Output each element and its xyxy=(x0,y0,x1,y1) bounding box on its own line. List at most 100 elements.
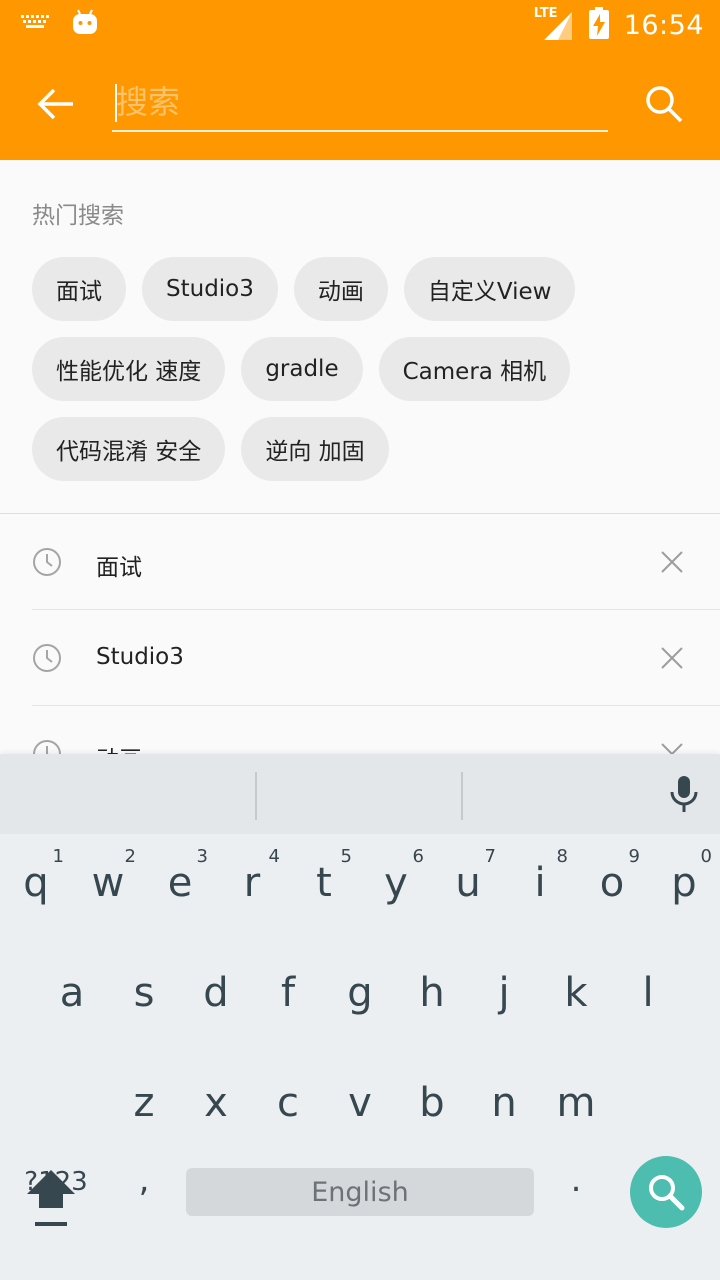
hot-search-tags: 面试 Studio3 动画 自定义View 性能优化 速度 gradle Cam… xyxy=(32,257,692,481)
key-d[interactable]: d xyxy=(180,944,252,1044)
key-label: u xyxy=(455,860,481,906)
key-w[interactable]: 2w xyxy=(72,834,144,934)
comma-key[interactable]: , xyxy=(120,1150,168,1210)
search-input[interactable] xyxy=(112,74,608,130)
search-button[interactable] xyxy=(636,76,692,132)
key-label: v xyxy=(348,1080,372,1126)
search-app-bar xyxy=(0,48,720,160)
keyboard-keys: 1q 2w 3e 4r 5t 6y 7u 8i 9o 0p a s d f g … xyxy=(0,834,720,1280)
voice-input-button[interactable] xyxy=(660,770,708,818)
key-f[interactable]: f xyxy=(252,944,324,1044)
lte-signal-icon: LTE xyxy=(534,6,574,42)
key-label: a xyxy=(59,970,85,1016)
key-c[interactable]: c xyxy=(252,1054,324,1154)
battery-charging-icon xyxy=(588,6,610,44)
key-o[interactable]: 9o xyxy=(576,834,648,934)
hot-tag[interactable]: 自定义View xyxy=(403,257,576,321)
key-x[interactable]: x xyxy=(180,1054,252,1154)
hot-tag[interactable]: 逆向 加固 xyxy=(241,417,389,481)
suggestion-strip xyxy=(0,754,720,834)
key-v[interactable]: v xyxy=(324,1054,396,1154)
key-s[interactable]: s xyxy=(108,944,180,1044)
suggestion-divider xyxy=(461,772,463,820)
key-label: y xyxy=(384,860,408,906)
key-z[interactable]: z xyxy=(108,1054,180,1154)
key-e[interactable]: 3e xyxy=(144,834,216,934)
back-button[interactable] xyxy=(28,76,84,132)
key-r[interactable]: 4r xyxy=(216,834,288,934)
key-label: d xyxy=(203,970,229,1016)
key-label: n xyxy=(491,1080,517,1126)
history-item[interactable]: 动画 xyxy=(0,706,720,754)
key-label: i xyxy=(534,860,546,906)
key-a[interactable]: a xyxy=(36,944,108,1044)
search-icon xyxy=(646,86,683,123)
key-label: r xyxy=(243,860,261,906)
key-y[interactable]: 6y xyxy=(360,834,432,934)
key-label: p xyxy=(671,860,697,906)
key-n[interactable]: n xyxy=(468,1054,540,1154)
key-label: k xyxy=(564,970,588,1016)
key-label: m xyxy=(556,1080,596,1126)
history-clock-icon xyxy=(33,644,61,672)
hot-tag[interactable]: Camera 相机 xyxy=(378,337,571,401)
key-label: x xyxy=(204,1080,228,1126)
key-q[interactable]: 1q xyxy=(0,834,72,934)
hot-tag[interactable]: Studio3 xyxy=(142,257,278,321)
hot-tag[interactable]: gradle xyxy=(241,337,363,401)
search-icon xyxy=(649,1175,685,1211)
arrow-back-icon xyxy=(37,88,73,120)
android-notification-icon xyxy=(72,8,98,40)
hot-tag[interactable]: 性能优化 速度 xyxy=(32,337,226,401)
period-key[interactable]: . xyxy=(552,1150,600,1210)
key-i[interactable]: 8i xyxy=(504,834,576,934)
key-j[interactable]: j xyxy=(468,944,540,1044)
key-l[interactable]: l xyxy=(612,944,684,1044)
history-clock-icon xyxy=(33,740,61,754)
symbols-key[interactable]: ?123 xyxy=(16,1158,96,1206)
text-cursor xyxy=(115,84,117,122)
key-label: t xyxy=(316,860,332,906)
key-g[interactable]: g xyxy=(324,944,396,1044)
delete-history-icon[interactable] xyxy=(656,738,688,754)
history-item-label: 动画 xyxy=(96,740,142,754)
history-item-label: Studio3 xyxy=(96,644,184,670)
hot-search-title: 热门搜索 xyxy=(32,203,124,229)
history-item[interactable]: 面试 xyxy=(0,514,720,610)
search-field[interactable] xyxy=(112,74,608,132)
key-label: e xyxy=(167,860,193,906)
network-type: LTE xyxy=(533,6,558,21)
hot-tag[interactable]: 动画 xyxy=(293,257,388,321)
key-u[interactable]: 7u xyxy=(432,834,504,934)
key-h[interactable]: h xyxy=(396,944,468,1044)
key-label: w xyxy=(91,860,125,906)
key-label: q xyxy=(23,860,49,906)
key-k[interactable]: k xyxy=(540,944,612,1044)
history-clock-icon xyxy=(33,548,61,576)
key-label: j xyxy=(498,970,510,1016)
delete-history-icon[interactable] xyxy=(656,642,688,674)
history-item-label: 面试 xyxy=(96,555,142,581)
key-label: l xyxy=(642,970,654,1016)
key-b[interactable]: b xyxy=(396,1054,468,1154)
hot-tag[interactable]: 面试 xyxy=(32,257,126,321)
soft-keyboard: 1q 2w 3e 4r 5t 6y 7u 8i 9o 0p a s d f g … xyxy=(0,754,720,1280)
search-history-list: 面试 Studio3 动画 xyxy=(0,514,720,754)
keyboard-search-button[interactable] xyxy=(630,1156,702,1228)
key-label: b xyxy=(419,1080,445,1126)
key-label: f xyxy=(280,970,296,1016)
status-bar: LTE 16:54 xyxy=(0,0,720,48)
delete-history-icon[interactable] xyxy=(656,546,688,578)
hot-tag[interactable]: 代码混淆 安全 xyxy=(32,417,226,481)
key-label: g xyxy=(347,970,373,1016)
key-p[interactable]: 0p xyxy=(648,834,720,934)
space-key[interactable]: English xyxy=(186,1168,534,1216)
key-t[interactable]: 5t xyxy=(288,834,360,934)
hot-search-section: 热门搜索 面试 Studio3 动画 自定义View 性能优化 速度 gradl… xyxy=(0,160,720,514)
history-item[interactable]: Studio3 xyxy=(0,610,720,706)
key-label: c xyxy=(277,1080,299,1126)
suggestion-divider xyxy=(255,772,257,820)
key-m[interactable]: m xyxy=(540,1054,612,1154)
status-time: 16:54 xyxy=(623,9,704,41)
keyboard-notification-icon xyxy=(20,12,50,36)
